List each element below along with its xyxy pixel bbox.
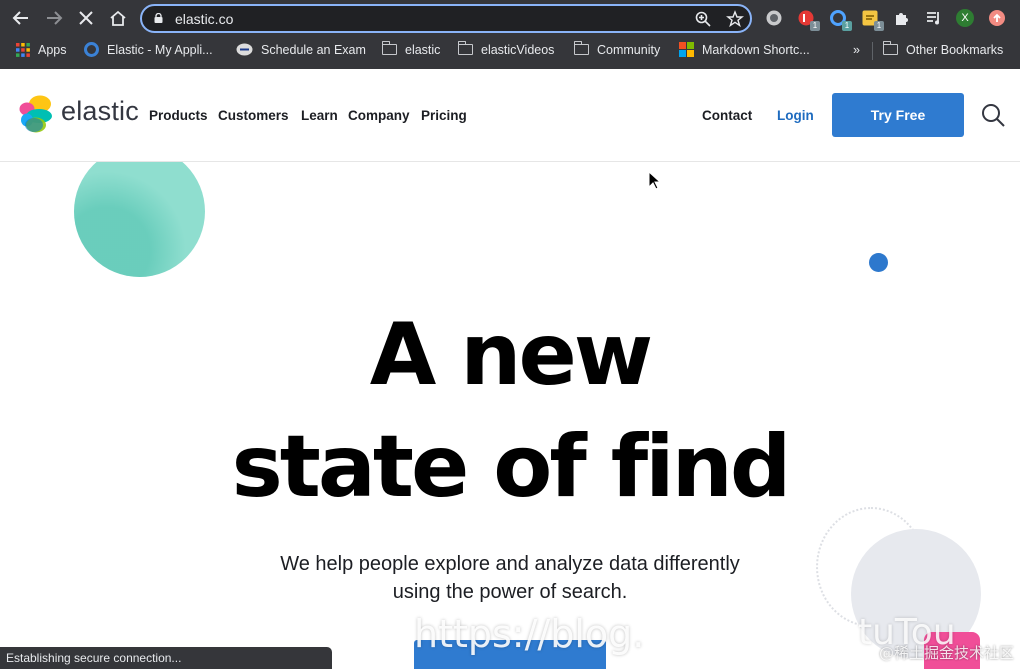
bookmark-other[interactable]: Other Bookmarks	[882, 41, 1004, 60]
decorative-teal-circle	[74, 162, 205, 277]
try-free-button[interactable]: Try Free	[832, 93, 964, 137]
brand-name: elastic	[61, 96, 139, 126]
forward-button[interactable]	[43, 7, 65, 29]
profile-button[interactable]: X	[956, 9, 974, 27]
bookmark-label: Other Bookmarks	[906, 43, 1004, 57]
hero-subtitle-line2: using the power of search.	[392, 581, 628, 603]
nav-customers[interactable]: Customers	[218, 108, 289, 123]
bookmark-label: Schedule an Exam	[261, 43, 366, 57]
profile-initial: X	[961, 12, 969, 24]
exam-logo-icon	[236, 43, 253, 56]
bookmark-label: Apps	[38, 43, 67, 57]
lock-icon	[154, 13, 163, 23]
decorative-blue-dot	[869, 253, 888, 272]
playlist-icon	[927, 12, 939, 25]
nav-learn[interactable]: Learn	[301, 108, 338, 123]
bookmark-label: Community	[597, 43, 661, 57]
chevron-double-right-icon: »	[853, 43, 860, 57]
folder-icon	[573, 41, 589, 56]
bookmark-label: Elastic - My Appli...	[107, 43, 213, 57]
home-button[interactable]	[107, 7, 129, 29]
address-bar[interactable]: elastic.co	[140, 4, 752, 33]
folder-icon	[381, 41, 397, 56]
site-header: elastic Products Customers Learn Company…	[0, 69, 1020, 162]
bookmark-folder-elasticvideos[interactable]: elasticVideos	[457, 41, 555, 60]
login-link[interactable]: Login	[777, 108, 814, 123]
home-icon	[110, 10, 126, 26]
bookmark-elastic-apps[interactable]: Elastic - My Appli...	[84, 42, 213, 60]
folder-icon	[457, 41, 473, 56]
elastic-logo-icon	[19, 95, 52, 133]
update-button[interactable]	[988, 9, 1006, 27]
search-icon[interactable]	[980, 102, 1006, 128]
nav-company[interactable]: Company	[348, 108, 410, 123]
close-icon	[79, 11, 93, 25]
bookmark-label: elasticVideos	[481, 43, 555, 57]
hero-section: A new state of find We help people explo…	[0, 162, 1020, 669]
overlay-watermark-text: https://blog.	[414, 612, 645, 656]
bookmark-markdown[interactable]: Markdown Shortc...	[679, 42, 810, 60]
extension-blue[interactable]: 1	[829, 9, 852, 31]
bookmark-folder-community[interactable]: Community	[573, 41, 661, 60]
hero-subtitle-line1: We help people explore and analyze data …	[280, 553, 740, 575]
bookmark-schedule-exam[interactable]: Schedule an Exam	[236, 42, 366, 60]
record-icon	[766, 10, 782, 26]
extension-record[interactable]	[765, 9, 783, 27]
extension-red[interactable]: 1	[797, 9, 820, 31]
bookmarks-bar: Apps Elastic - My Appli... Schedule an E…	[0, 38, 1020, 62]
bookmark-label: Markdown Shortc...	[702, 43, 810, 57]
back-button[interactable]	[10, 7, 32, 29]
extension-badge: 1	[842, 21, 852, 31]
media-button[interactable]	[925, 9, 943, 27]
hero-headline-line2: state of find	[231, 417, 792, 517]
browser-status-bar: Establishing secure connection...	[0, 647, 332, 669]
nav-contact[interactable]: Contact	[702, 108, 752, 123]
apps-grid-icon	[16, 42, 30, 57]
arrow-left-icon	[12, 11, 28, 25]
extensions-button[interactable]	[893, 9, 911, 27]
bookmark-label: elastic	[405, 43, 441, 57]
folder-icon	[882, 41, 898, 56]
browser-chrome: elastic.co 1 1 1 X Apps Elastic - My App…	[0, 0, 1020, 69]
elastic-circle-icon	[84, 42, 99, 58]
star-icon[interactable]	[726, 10, 744, 28]
puzzle-icon	[896, 13, 908, 25]
bookmarks-divider	[872, 42, 873, 60]
update-icon	[989, 10, 1005, 26]
microsoft-logo-icon	[679, 42, 694, 58]
browser-toolbar: elastic.co 1 1 1 X	[0, 0, 1020, 36]
extension-badge: 1	[810, 21, 820, 31]
source-watermark: @稀土掘金技术社区	[878, 644, 1014, 662]
extension-badge: 1	[874, 21, 884, 31]
bookmark-folder-elastic[interactable]: elastic	[381, 41, 441, 60]
nav-pricing[interactable]: Pricing	[421, 108, 467, 123]
bookmarks-overflow-button[interactable]: »	[853, 42, 860, 60]
extension-notes[interactable]: 1	[861, 9, 884, 31]
mouse-cursor-icon	[648, 171, 662, 190]
zoom-icon[interactable]	[694, 10, 712, 28]
nav-products[interactable]: Products	[149, 108, 208, 123]
bookmark-apps[interactable]: Apps	[16, 42, 67, 60]
stop-button[interactable]	[75, 7, 97, 29]
url-text[interactable]: elastic.co	[175, 11, 233, 27]
hero-headline-line1: A new	[369, 305, 654, 405]
arrow-right-icon	[47, 11, 63, 25]
